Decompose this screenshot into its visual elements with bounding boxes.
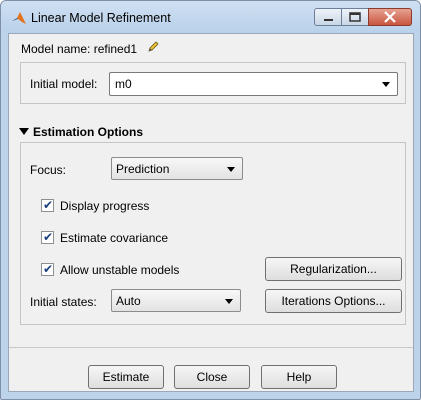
iterations-options-button[interactable]: Iterations Options... <box>265 289 402 313</box>
check-icon: ✔ <box>43 198 54 212</box>
window-title: Linear Model Refinement <box>31 11 171 25</box>
focus-label: Focus: <box>30 163 67 177</box>
close-icon <box>384 11 396 23</box>
maximize-button[interactable] <box>341 8 369 26</box>
focus-value: Prediction <box>116 162 170 176</box>
initial-states-dropdown[interactable]: Auto <box>111 289 241 312</box>
initial-model-panel: Initial model: m0 <box>20 62 406 104</box>
check-icon: ✔ <box>43 262 54 276</box>
matlab-logo-icon <box>12 12 26 24</box>
title-bar[interactable]: Linear Model Refinement <box>1 1 420 33</box>
model-name-label: Model name: refined1 <box>21 42 138 56</box>
initial-model-combo[interactable]: m0 <box>109 72 398 96</box>
estimation-options-panel: Focus: Prediction ✔ Display progress ✔ E… <box>20 142 406 325</box>
maximize-icon <box>349 12 361 22</box>
footer-divider <box>9 347 413 348</box>
display-progress-label[interactable]: Display progress <box>60 199 149 213</box>
initial-model-label: Initial model: <box>30 77 98 91</box>
dialog-body: Model name: refined1 Initial model: m0 E… <box>8 33 414 392</box>
chevron-down-icon <box>225 299 233 304</box>
close-window-button[interactable] <box>368 8 412 26</box>
estimate-button[interactable]: Estimate <box>88 365 164 389</box>
estimate-covariance-label[interactable]: Estimate covariance <box>60 231 168 245</box>
regularization-button[interactable]: Regularization... <box>265 257 402 281</box>
chevron-down-icon <box>227 167 235 172</box>
initial-model-value: m0 <box>115 77 132 91</box>
close-button[interactable]: Close <box>174 365 250 389</box>
initial-states-label: Initial states: <box>30 295 97 309</box>
collapse-triangle-icon[interactable] <box>19 128 29 135</box>
chevron-down-icon <box>382 82 390 87</box>
help-button[interactable]: Help <box>261 365 337 389</box>
check-icon: ✔ <box>43 230 54 244</box>
allow-unstable-label[interactable]: Allow unstable models <box>60 263 179 277</box>
pencil-icon[interactable] <box>147 40 159 54</box>
initial-states-value: Auto <box>116 294 141 308</box>
estimate-covariance-checkbox[interactable]: ✔ <box>41 230 54 244</box>
estimation-options-heading[interactable]: Estimation Options <box>33 125 143 139</box>
display-progress-checkbox[interactable]: ✔ <box>41 198 54 212</box>
focus-dropdown[interactable]: Prediction <box>111 157 243 180</box>
dialog-window: Linear Model Refinement Model name: refi… <box>0 0 421 400</box>
minimize-button[interactable] <box>314 8 342 26</box>
allow-unstable-checkbox[interactable]: ✔ <box>41 262 54 276</box>
minimize-icon <box>324 19 333 21</box>
